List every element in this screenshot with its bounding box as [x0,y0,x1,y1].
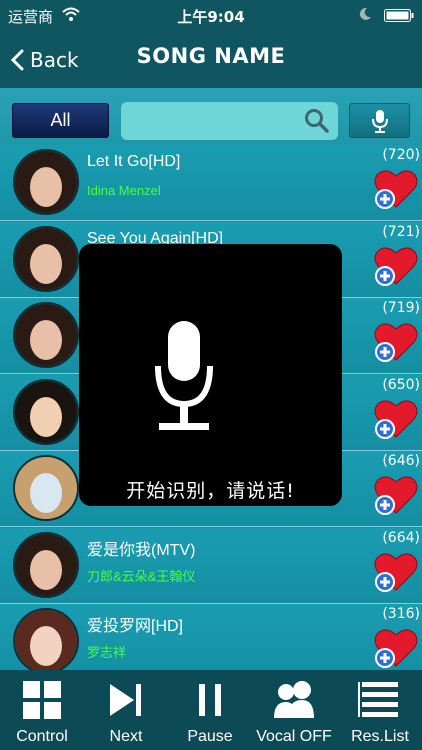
song-title: Let It Go[HD] [87,153,181,170]
play-count: (646) [382,453,420,469]
reslist-button[interactable]: Res.List [338,670,422,750]
pause-icon [199,684,221,716]
microphone-icon [372,110,388,133]
grid-icon [23,681,61,719]
users-icon [274,681,314,718]
artist-avatar [13,302,79,368]
favorite-heart-icon[interactable] [372,473,420,517]
song-title: 爱是你我(MTV) [87,541,196,559]
voice-recognition-overlay: 开始识别，请说话! [79,244,342,506]
artist-avatar [13,149,79,215]
battery-icon [384,9,414,22]
favorite-heart-icon[interactable] [372,320,420,364]
pause-button[interactable]: Pause [168,670,252,750]
favorite-heart-icon[interactable] [372,167,420,211]
favorite-heart-icon[interactable] [372,626,420,670]
song-row[interactable]: 爱投罗网[HD] 罗志祥 (316) [0,604,422,670]
all-filter-button[interactable]: All [12,103,109,138]
list-icon [358,682,398,717]
microphone-icon [155,321,213,430]
control-label: Control [16,728,68,745]
favorite-heart-icon[interactable] [372,550,420,594]
artist-avatar [13,378,79,445]
next-label: Next [109,728,143,745]
nav-bar: Back SONG NAME [0,32,422,88]
song-row[interactable]: Let It Go[HD] Idina Menzel (720) [0,145,422,221]
page-title: SONG NAME [136,44,286,68]
vocal-toggle-button[interactable]: Vocal OFF [252,670,336,750]
song-artist: Idina Menzel [87,183,161,198]
play-count: (316) [382,606,420,622]
next-button[interactable]: Next [84,670,168,750]
song-artist: 罗志祥 [87,645,127,660]
play-count: (720) [382,147,420,163]
song-row[interactable]: 爱是你我(MTV) 刀郎&云朵&王翰仪 (664) [0,527,422,604]
play-count: (664) [382,529,420,546]
artist-avatar [13,455,79,521]
reslist-label: Res.List [351,728,409,745]
voice-search-button[interactable] [349,103,410,138]
play-count: (719) [382,300,420,316]
song-artist: 刀郎&云朵&王翰仪 [87,568,196,584]
voice-prompt: 开始识别，请说话! [126,480,295,502]
song-title: 爱投罗网[HD] [87,618,184,635]
control-button[interactable]: Control [0,670,84,750]
artist-avatar [13,531,79,598]
moon-icon [359,7,371,20]
search-row: All [0,88,422,145]
favorite-heart-icon[interactable] [372,244,420,288]
search-input[interactable] [121,102,338,140]
play-count: (721) [382,223,420,240]
status-bar: 运营商 上午9:04 [0,0,422,32]
artist-avatar [13,608,79,670]
play-count: (650) [382,376,420,393]
artist-avatar [13,225,79,292]
search-icon[interactable] [304,108,330,134]
bottom-toolbar: Control Next Pause Vocal OFF Res.List [0,670,422,750]
pause-label: Pause [187,728,233,745]
favorite-heart-icon[interactable] [372,397,420,441]
vocal-label: Vocal OFF [256,728,332,745]
skip-next-icon [110,684,141,716]
